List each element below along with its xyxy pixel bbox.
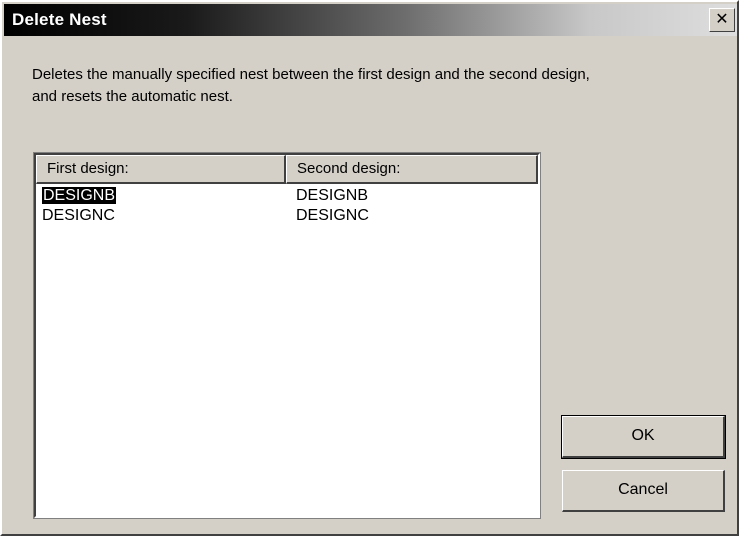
title-bar[interactable]: Delete Nest ✕ [4,4,737,36]
cancel-button[interactable]: Cancel [562,470,725,512]
list-row[interactable]: DESIGNC DESIGNC [36,206,538,226]
list-header: First design: Second design: [36,155,538,184]
selected-item-text: DESIGNB [40,186,118,205]
close-icon: ✕ [715,11,729,28]
first-design-cell: DESIGNC [42,207,115,224]
delete-nest-dialog: Delete Nest ✕ Deletes the manually speci… [0,0,739,536]
second-design-cell: DESIGNC [296,207,369,224]
list-rows: DESIGNB DESIGNB DESIGNC DESIGNC [36,186,538,226]
list-row[interactable]: DESIGNB DESIGNB [36,186,538,206]
description-text: Deletes the manually specified nest betw… [32,66,590,105]
nest-list[interactable]: First design: Second design: DESIGNB DES… [33,152,541,519]
column-header-first-design[interactable]: First design: [36,155,286,184]
close-button[interactable]: ✕ [709,8,735,32]
ok-button[interactable]: OK [561,415,726,459]
first-design-cell: DESIGNB [36,186,286,206]
column-header-second-design[interactable]: Second design: [286,155,538,184]
dialog-title: Delete Nest [12,10,107,29]
second-design-cell: DESIGNB [296,187,369,204]
